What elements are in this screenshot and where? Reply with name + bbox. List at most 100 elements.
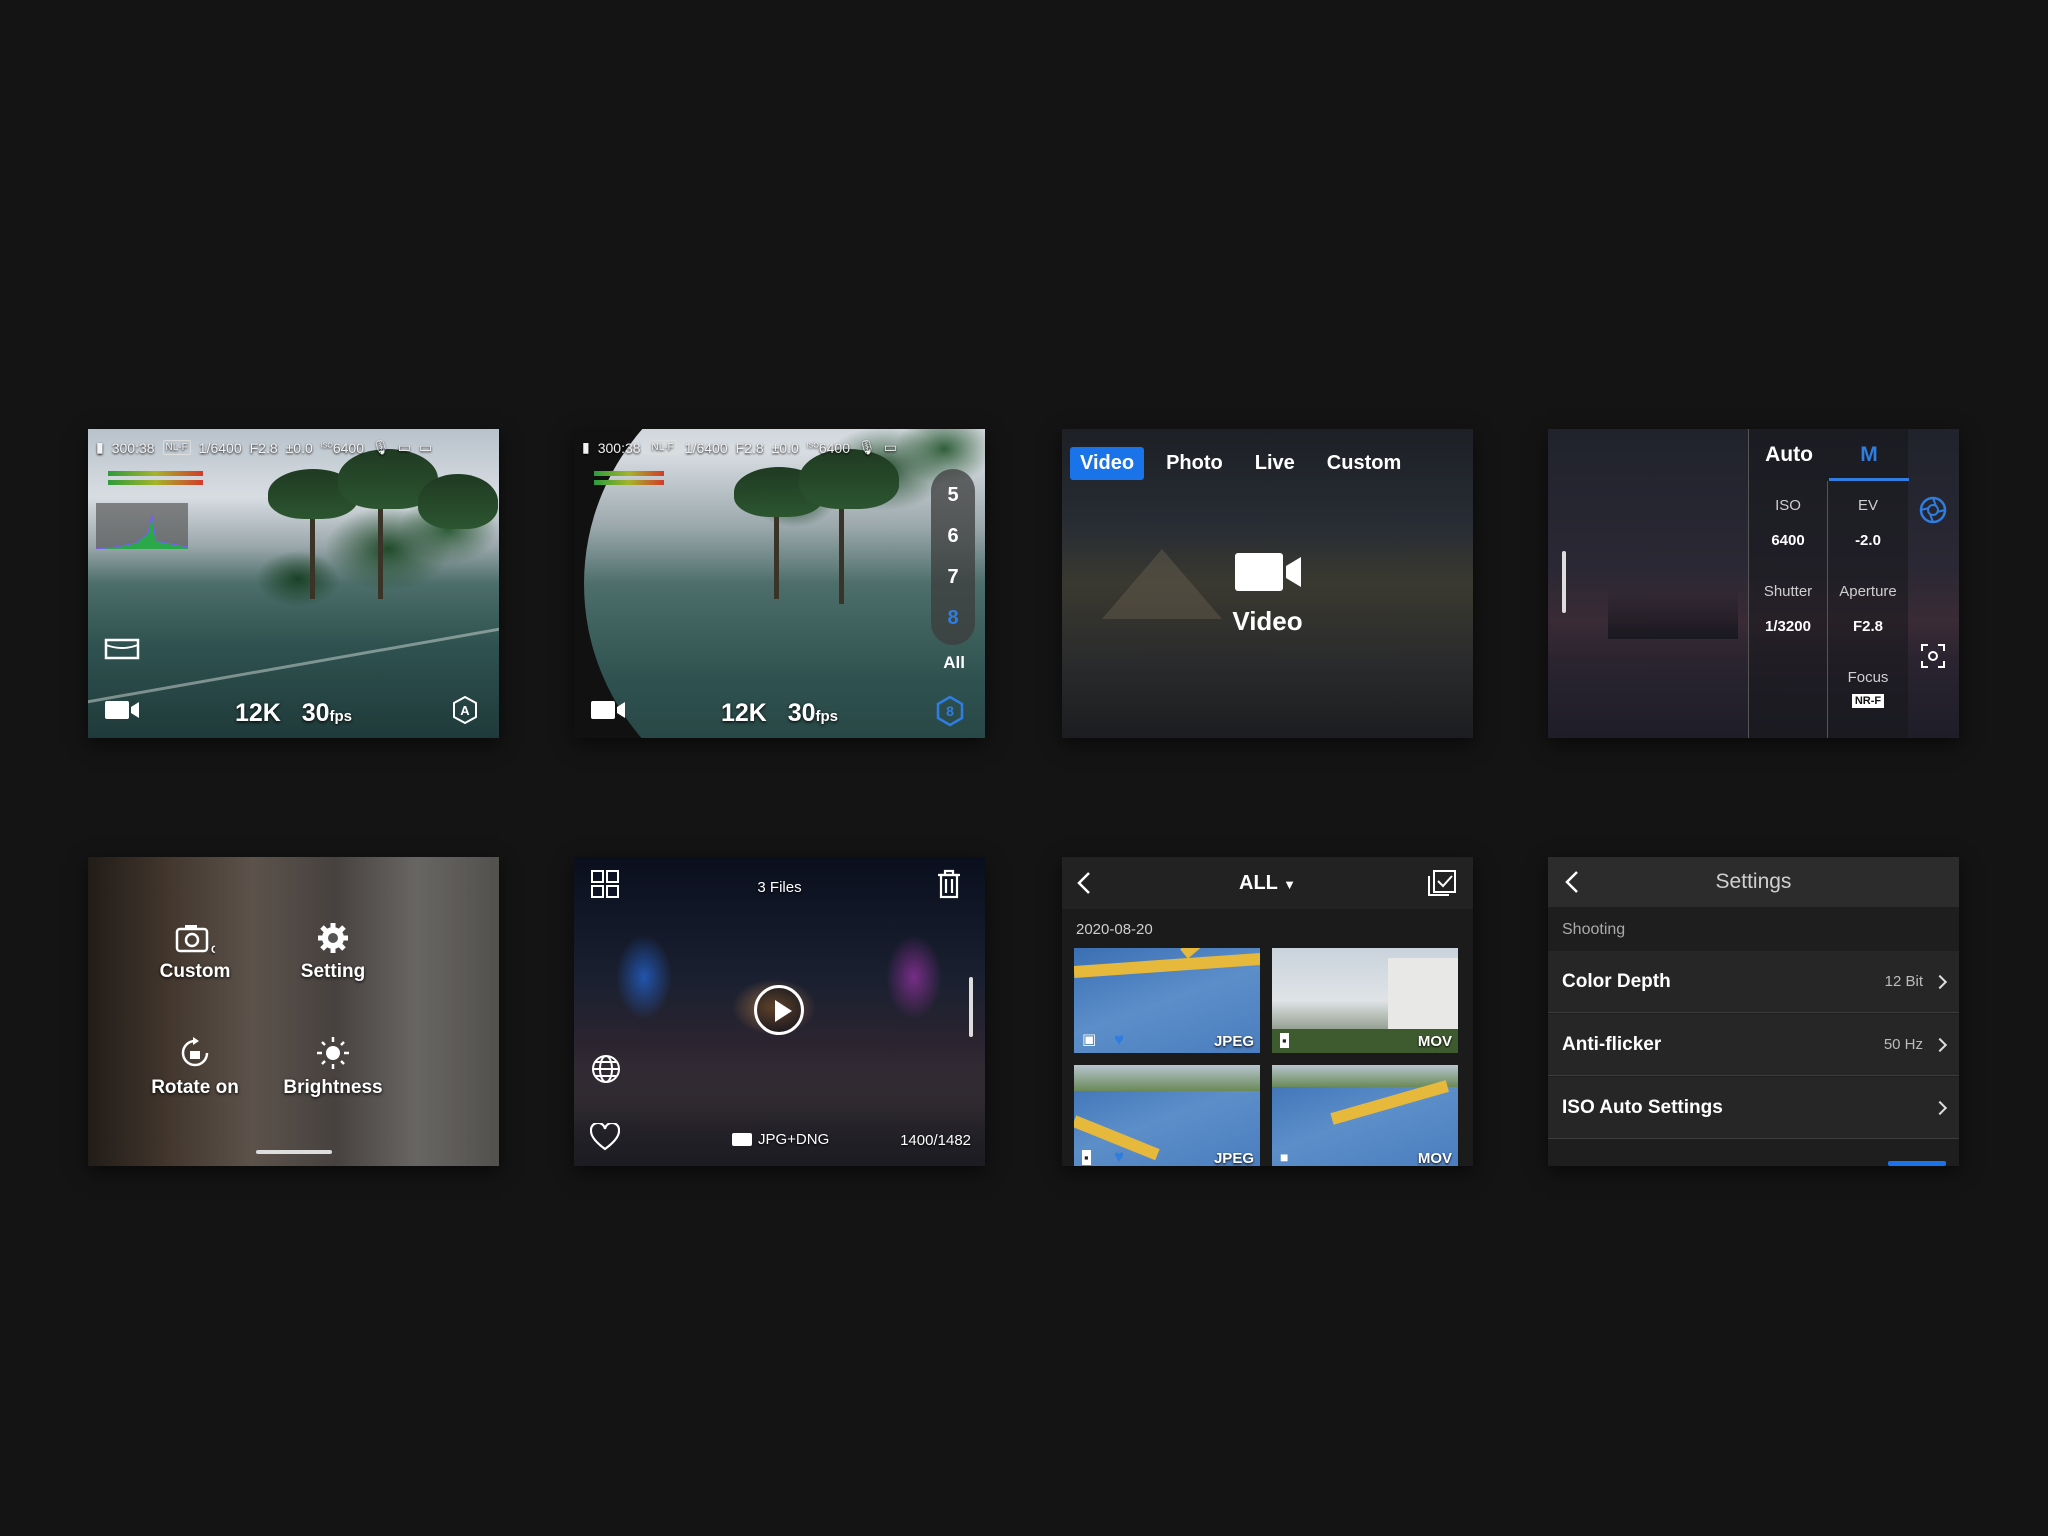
audio-meters	[108, 471, 203, 489]
thumbnail-3[interactable]: ▪ ♥ JPEG	[1074, 1065, 1260, 1166]
lens-option-7[interactable]: 7	[931, 557, 975, 598]
lens-option-8[interactable]: 8	[931, 598, 975, 639]
aperture-icon[interactable]	[1918, 495, 1948, 525]
select-checkbox-icon[interactable]	[1427, 869, 1457, 897]
color-profile: NL-F	[162, 440, 191, 455]
setting-button[interactable]: Setting	[278, 921, 388, 983]
lens-option-5[interactable]: 5	[931, 475, 975, 516]
lens-option-all[interactable]: All	[943, 653, 965, 673]
tab-photo[interactable]: Photo	[1156, 447, 1233, 480]
storage-icon: ▮	[96, 439, 104, 455]
ev-control[interactable]: EV -2.0	[1829, 497, 1907, 549]
tab-video[interactable]: Video	[1070, 447, 1145, 480]
building	[1388, 958, 1458, 1038]
rotate-lock-icon	[181, 1037, 209, 1067]
iso-control[interactable]: ISO 6400	[1749, 497, 1827, 549]
back-arrow-icon[interactable]	[1076, 871, 1092, 895]
exposure-mode-tabs: Auto M	[1749, 429, 1909, 481]
video-camera-icon	[1234, 553, 1301, 591]
chevron-right-icon	[1932, 1100, 1948, 1115]
filter-dropdown[interactable]: ALL ▼	[1239, 872, 1296, 895]
ev-value: ±0.0	[771, 439, 799, 456]
ev-value: -2.0	[1855, 532, 1881, 549]
caret-down-icon: ▼	[1283, 876, 1296, 892]
brightness-label: Brightness	[283, 1077, 383, 1098]
rotate-button[interactable]: Rotate on	[140, 1035, 250, 1099]
file-counter: 1400/1482	[900, 1132, 971, 1149]
audio-meter-right	[108, 480, 203, 485]
iso-number: 6400	[332, 439, 364, 456]
lens-badge-icon[interactable]: 8	[934, 695, 966, 727]
svg-text:A: A	[460, 703, 470, 718]
auto-mode-icon[interactable]: A	[450, 695, 480, 725]
raw-icon	[732, 1133, 752, 1146]
file-type-tag: MOV	[1417, 1033, 1452, 1050]
raw-icon: ▪	[1082, 1150, 1091, 1165]
settings-title: Settings	[1715, 870, 1792, 893]
battery-icon: ▭	[883, 439, 898, 455]
aperture-control[interactable]: Aperture F2.8	[1829, 583, 1907, 635]
trash-icon[interactable]	[936, 869, 962, 899]
settings-row-anti-flicker[interactable]: Anti-flicker 50 Hz	[1548, 1014, 1959, 1076]
file-type-tag: JPEG	[1213, 1150, 1254, 1166]
focus-value: NR-F	[1851, 694, 1885, 708]
audio-meter-right	[594, 480, 664, 485]
row-label: ISO Auto Settings	[1562, 1096, 1723, 1118]
battery-icon: ▭	[397, 439, 412, 455]
playback-screen: 3 Files JPG+DNG 1400/1482	[574, 857, 985, 1166]
custom-button[interactable]: C Custom	[140, 923, 250, 983]
shutter-value: 1/6400	[198, 439, 242, 456]
iso-value: ISO6400	[807, 440, 850, 456]
settings-row-iso-auto[interactable]: ISO Auto Settings	[1548, 1077, 1959, 1139]
court-line	[1074, 952, 1260, 978]
lens-badge-value: 8	[946, 703, 954, 719]
section-header: Shooting	[1562, 921, 1626, 938]
play-button[interactable]	[754, 985, 804, 1035]
home-indicator[interactable]	[256, 1150, 332, 1154]
lens-option-6[interactable]: 6	[931, 516, 975, 557]
fps-value: 30	[301, 699, 330, 727]
audio-meter-left	[594, 471, 664, 476]
tab-live[interactable]: Live	[1245, 447, 1305, 480]
aperture-value: F2.8	[735, 439, 764, 456]
ev-label: EV	[1857, 497, 1878, 514]
settings-row-color-depth[interactable]: Color Depth 12 Bit	[1548, 951, 1959, 1013]
tab-manual[interactable]: M	[1829, 429, 1909, 481]
sun-icon	[317, 1037, 349, 1069]
fps-unit: fps	[329, 708, 353, 725]
scroll-indicator[interactable]	[969, 977, 973, 1037]
back-arrow-icon[interactable]	[1564, 870, 1580, 894]
shutter-label: Shutter	[1763, 583, 1813, 600]
brightness-button[interactable]: Brightness	[278, 1035, 388, 1099]
color-profile: NL-F	[648, 440, 677, 455]
row-label: Anti-flicker	[1562, 1033, 1662, 1055]
heart-icon[interactable]	[590, 1123, 620, 1151]
audio-meter-left	[108, 471, 203, 476]
thumbnail-2[interactable]: ▪ MOV	[1272, 948, 1458, 1053]
raw-icon: ▪	[1280, 1033, 1289, 1048]
toggle-indicator[interactable]	[1888, 1161, 1946, 1166]
setting-label: Setting	[300, 961, 366, 982]
shutter-control[interactable]: Shutter 1/3200	[1749, 583, 1827, 635]
aperture-label: Aperture	[1839, 583, 1897, 600]
focus-frame-icon[interactable]	[1920, 643, 1946, 669]
lens-select-screen: ▮ 300:38 NL-F 1/6400 F2.8 ±0.0 ISO6400 🎙…	[574, 429, 985, 738]
favorite-heart-icon: ♥	[1114, 1030, 1125, 1049]
custom-label: Custom	[159, 961, 231, 982]
panorama-icon[interactable]	[104, 637, 140, 661]
road	[574, 1066, 985, 1166]
resolution-readout: 12K 30fps	[88, 699, 499, 728]
row-label: Color Depth	[1562, 970, 1671, 992]
lens-selector[interactable]: 5 6 7 8	[931, 469, 975, 645]
files-count: 3 Files	[757, 879, 802, 896]
custom-badge: C	[211, 944, 215, 955]
focus-control[interactable]: Focus NR-F	[1829, 669, 1907, 709]
row-value: 12 Bit	[1884, 973, 1923, 990]
globe-icon[interactable]	[590, 1053, 622, 1085]
tab-custom[interactable]: Custom	[1317, 447, 1411, 480]
chevron-right-icon	[1932, 974, 1948, 989]
tab-auto[interactable]: Auto	[1749, 429, 1829, 481]
thumbnail-4[interactable]: ■ MOV	[1272, 1065, 1458, 1166]
zoom-slider[interactable]	[1562, 551, 1566, 613]
thumbnail-1[interactable]: ▣ ♥ JPEG	[1074, 948, 1260, 1053]
